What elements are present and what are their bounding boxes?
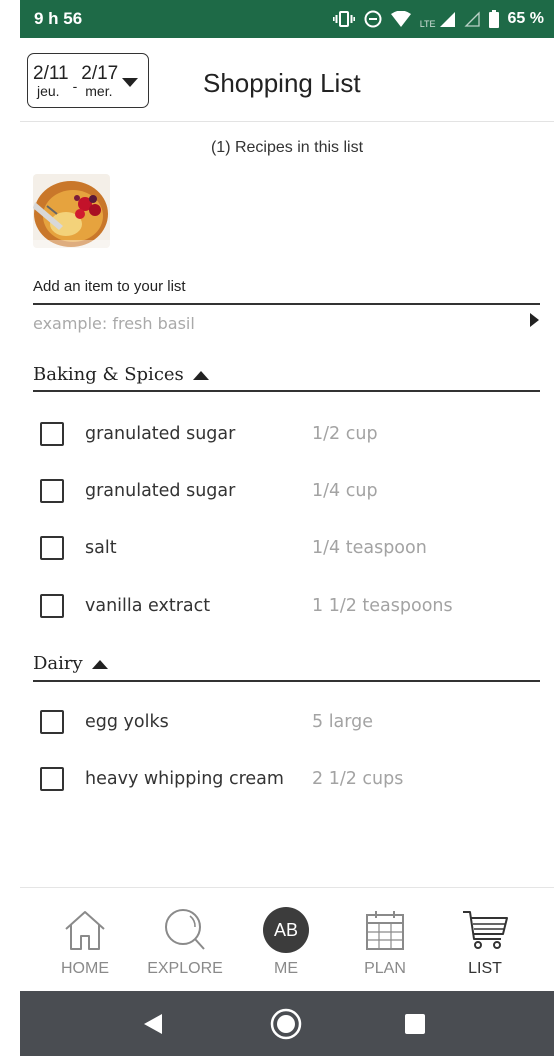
add-item-input[interactable] [33, 310, 513, 336]
item-checkbox[interactable] [40, 767, 64, 791]
bottom-nav: HOME EXPLORE AB ME PLAN LIST [20, 887, 554, 991]
add-item-divider [33, 303, 540, 305]
status-time: 9 h 56 [34, 9, 83, 28]
add-item-label: Add an item to your list [33, 278, 186, 295]
search-icon [162, 906, 208, 954]
recipe-thumbnail[interactable] [33, 174, 110, 248]
item-quantity: 1/4 teaspoon [312, 538, 427, 558]
battery-icon [488, 10, 499, 28]
item-name: salt [85, 538, 117, 558]
nav-home[interactable]: HOME [35, 888, 135, 992]
list-item[interactable]: egg yolks 5 large [40, 707, 540, 737]
date-start-day: jeu. [37, 82, 60, 99]
item-checkbox[interactable] [40, 479, 64, 503]
item-checkbox[interactable] [40, 594, 64, 618]
item-name: granulated sugar [85, 481, 236, 501]
signal-secondary-icon [463, 11, 480, 27]
network-type: LTE [419, 18, 436, 29]
list-item[interactable]: granulated sugar 1/4 cup [40, 476, 540, 506]
section-header-baking-spices[interactable]: Baking & Spices [33, 359, 540, 389]
vibrate-icon [332, 11, 355, 27]
avatar: AB [263, 907, 309, 953]
item-checkbox[interactable] [40, 422, 64, 446]
section-title: Baking & Spices [33, 363, 184, 385]
wifi-icon [390, 11, 411, 27]
nav-list-label: LIST [468, 960, 502, 977]
nav-home-label: HOME [61, 960, 109, 977]
nav-me-label: ME [274, 960, 298, 977]
home-button-icon[interactable] [269, 1007, 303, 1041]
date-end-day: mer. [85, 82, 113, 99]
caret-down-icon [122, 73, 139, 92]
nav-explore-label: EXPLORE [147, 960, 223, 977]
section-divider [33, 390, 540, 392]
date-range-picker[interactable]: 2/11 jeu. - 2/17 mer. [27, 53, 149, 108]
list-item[interactable]: granulated sugar 1/2 cup [40, 419, 540, 449]
section-divider [33, 680, 540, 682]
back-icon[interactable] [136, 1007, 170, 1041]
date-start: 2/11 jeu. [33, 64, 69, 98]
shopping-cart-icon [461, 906, 509, 954]
do-not-disturb-icon [364, 10, 382, 28]
home-icon [62, 906, 108, 954]
date-separator: - [72, 77, 78, 94]
date-end-value: 2/17 [81, 62, 119, 84]
item-quantity: 5 large [312, 712, 374, 732]
signal-icon [439, 11, 455, 27]
nav-plan[interactable]: PLAN [335, 888, 435, 992]
list-item[interactable]: vanilla extract 1 1/2 teaspoons [40, 591, 540, 621]
section-header-dairy[interactable]: Dairy [33, 648, 540, 678]
item-checkbox[interactable] [40, 710, 64, 734]
item-quantity: 1 1/2 teaspoons [312, 596, 453, 616]
caret-up-icon [91, 654, 108, 673]
page-title: Shopping List [203, 68, 361, 98]
nav-explore[interactable]: EXPLORE [135, 888, 235, 992]
date-end: 2/17 mer. [81, 64, 118, 98]
item-quantity: 1/4 cup [312, 481, 378, 501]
item-quantity: 2 1/2 cups [312, 769, 404, 789]
nav-list[interactable]: LIST [435, 888, 535, 992]
header: 2/11 jeu. - 2/17 mer. Shopping List [20, 38, 554, 122]
item-name: heavy whipping cream [85, 769, 284, 789]
nav-me[interactable]: AB ME [236, 888, 336, 992]
item-name: granulated sugar [85, 424, 236, 444]
calendar-icon [365, 906, 405, 954]
system-nav-bar [20, 991, 554, 1056]
list-item[interactable]: salt 1/4 teaspoon [40, 533, 540, 563]
submit-arrow-icon[interactable] [527, 311, 541, 329]
recents-icon[interactable] [398, 1007, 432, 1041]
item-checkbox[interactable] [40, 536, 64, 560]
avatar-wrapper: AB [263, 906, 309, 954]
status-icons: LTE 65 % [332, 10, 544, 29]
item-name: egg yolks [85, 712, 169, 732]
recipes-count[interactable]: (1) Recipes in this list [20, 139, 554, 157]
list-item[interactable]: heavy whipping cream 2 1/2 cups [40, 764, 540, 794]
item-name: vanilla extract [85, 596, 211, 616]
date-start-value: 2/11 [33, 62, 69, 84]
caret-up-icon [192, 365, 209, 384]
nav-plan-label: PLAN [364, 960, 406, 977]
battery-percent: 65 % [507, 10, 544, 27]
status-bar: 9 h 56 LTE 65 % [20, 0, 554, 38]
item-quantity: 1/2 cup [312, 424, 378, 444]
section-title: Dairy [33, 652, 83, 674]
